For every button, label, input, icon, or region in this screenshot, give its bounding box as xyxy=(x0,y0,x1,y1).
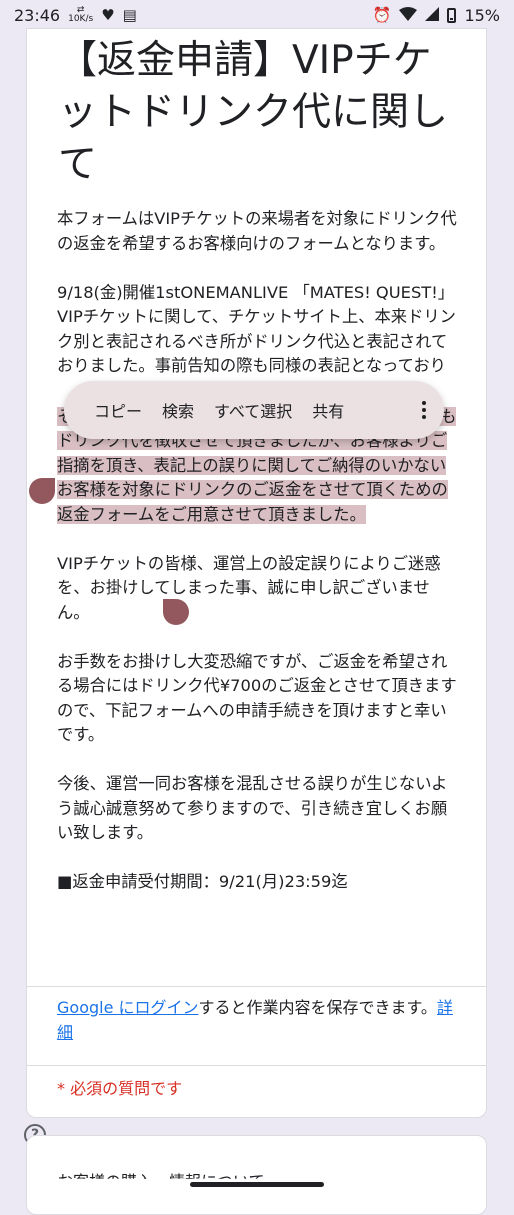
selection-handle-end[interactable] xyxy=(163,599,189,625)
data-speed-icon: ⇄ 10K/s xyxy=(68,5,94,24)
required-note: * 必須の質問です xyxy=(57,1079,183,1098)
copy-button[interactable]: コピー xyxy=(84,398,152,422)
news-icon: ▤ xyxy=(122,5,137,24)
question-card: お客様の購入・情報について xyxy=(26,1135,487,1215)
google-login-link[interactable]: Google にログイン xyxy=(57,998,199,1017)
search-button[interactable]: 検索 xyxy=(152,398,204,422)
select-all-button[interactable]: すべて選択 xyxy=(204,398,302,422)
question-title: お客様の購入・情報について xyxy=(57,1172,265,1191)
login-notice-text: すると作業内容を保存できます。 xyxy=(198,998,437,1017)
selection-handle-start[interactable] xyxy=(29,478,55,504)
wifi-icon xyxy=(399,6,418,24)
form-header-card: 【返金申請】VIPチケットドリンク代に関して 本フォームはVIPチケットの来場者… xyxy=(26,28,487,1118)
alarm-icon: ⏰ xyxy=(372,5,392,24)
description-paragraph: お手数をお掛けし大変恐縮ですが、ご返金を希望される場合にはドリンク代¥700のご… xyxy=(57,651,457,745)
data-speed-value: 10K/s xyxy=(68,14,94,24)
status-bar: 23:46 ⇄ 10K/s ♥ ▤ ⏰ 15% xyxy=(0,0,514,30)
description-paragraph: 9/18(金)開催1stONEMANLIVE 「MATES! QUEST!」 V… xyxy=(57,282,456,376)
form-description: 本フォームはVIPチケットの来場者を対象にドリンク代の返金を希望するお客様向けの… xyxy=(57,207,459,919)
status-bar-right: ⏰ 15% xyxy=(373,6,500,25)
signal-icon xyxy=(425,6,440,24)
description-paragraph: 本フォームはVIPチケットの来場者を対象にドリンク代の返金を希望するお客様向けの… xyxy=(57,209,457,253)
battery-percent: 15% xyxy=(464,5,500,25)
divider xyxy=(27,986,486,987)
description-paragraph: 今後、運営一同お客様を混乱させる誤りが生じないよう誠心誠意努めて参りますので、引… xyxy=(57,774,448,842)
refund-period: ■返金申請受付期間：9/21(月)23:59迄 xyxy=(57,872,348,891)
clock: 23:46 xyxy=(14,5,61,25)
text-selection-toolbar: コピー 検索 すべて選択 共有 xyxy=(64,381,444,439)
gesture-nav-bar[interactable] xyxy=(190,1182,324,1187)
login-notice: Google にログインすると作業内容を保存できます。詳細 xyxy=(57,995,467,1045)
heart-icon: ♥ xyxy=(101,5,115,24)
form-title: 【返金申請】VIPチケットドリンク代に関して xyxy=(58,38,449,187)
share-button[interactable]: 共有 xyxy=(302,398,354,422)
battery-icon xyxy=(447,7,457,23)
more-vert-icon[interactable] xyxy=(414,401,434,419)
divider xyxy=(27,1065,486,1066)
description-paragraph: VIPチケットの皆様、運営上の設定誤りによりご迷惑を、お掛けしてしまった事、誠に… xyxy=(57,553,441,622)
status-bar-left: 23:46 ⇄ 10K/s ♥ ▤ xyxy=(14,6,137,25)
